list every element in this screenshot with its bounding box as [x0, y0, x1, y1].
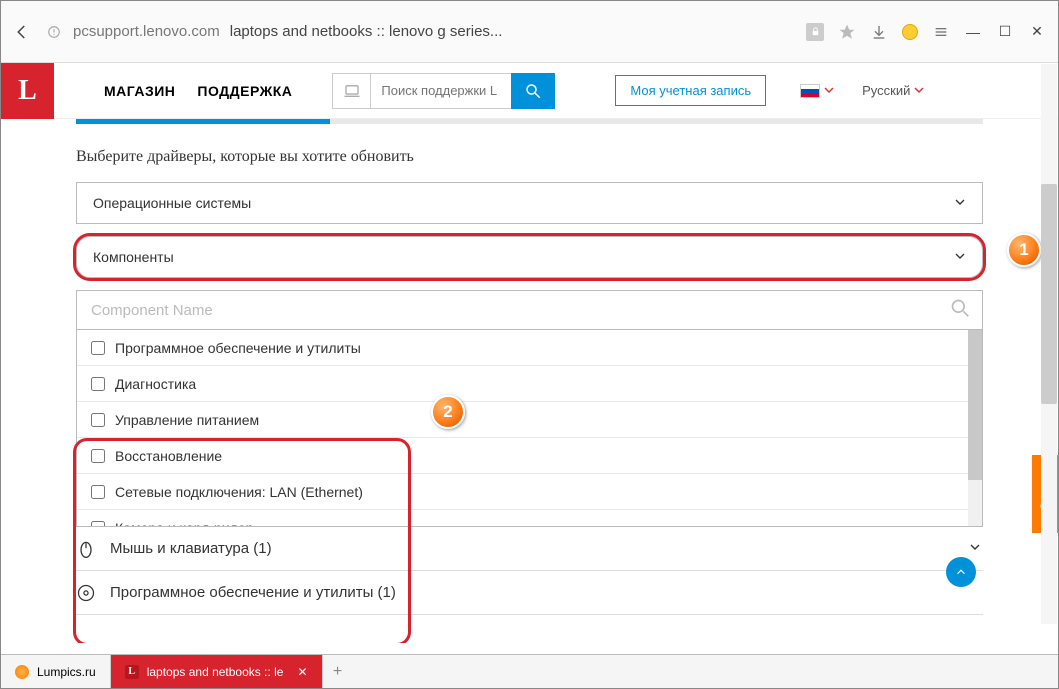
- list-item-label: Управление питанием: [115, 412, 259, 428]
- window-minimize[interactable]: —: [964, 24, 982, 40]
- chevron-down-icon: [914, 83, 924, 98]
- components-dropdown[interactable]: Компоненты: [76, 236, 983, 278]
- menu-icon[interactable]: [932, 23, 950, 41]
- disc-icon: [76, 583, 96, 603]
- secure-icon: [45, 23, 63, 41]
- chevron-down-icon: [967, 539, 983, 559]
- chevron-down-icon: [824, 82, 834, 100]
- list-scrollbar[interactable]: [968, 330, 982, 526]
- list-item[interactable]: Сетевые подключения: LAN (Ethernet): [77, 474, 982, 510]
- browser-titlebar: pcsupport.lenovo.com laptops and netbook…: [1, 1, 1058, 63]
- list-item[interactable]: Восстановление: [77, 438, 982, 474]
- nav-shop[interactable]: МАГАЗИН: [104, 83, 175, 99]
- checkbox[interactable]: [91, 341, 105, 355]
- tab-lumpics[interactable]: Lumpics.ru: [1, 655, 111, 688]
- checkbox[interactable]: [91, 377, 105, 391]
- list-item[interactable]: Программное обеспечение и утилиты: [77, 330, 982, 366]
- os-dropdown-label: Операционные системы: [93, 195, 251, 211]
- list-item-label: Диагностика: [115, 376, 196, 392]
- components-dropdown-label: Компоненты: [93, 249, 174, 265]
- window-close[interactable]: ✕: [1028, 23, 1046, 40]
- bookmark-star-icon[interactable]: [838, 23, 856, 41]
- window-maximize[interactable]: ☐: [996, 23, 1014, 40]
- list-item-label: Восстановление: [115, 448, 222, 464]
- url-domain[interactable]: pcsupport.lenovo.com: [73, 23, 220, 40]
- device-icon[interactable]: [333, 74, 371, 108]
- chevron-down-icon: [952, 248, 968, 267]
- list-item-label: Сетевые подключения: LAN (Ethernet): [115, 484, 363, 500]
- category-label: Программное обеспечение и утилиты (1): [110, 584, 396, 601]
- search-button[interactable]: [511, 73, 555, 109]
- category-mouse-keyboard[interactable]: Мышь и клавиатура (1): [76, 527, 983, 571]
- mouse-icon: [76, 539, 96, 559]
- download-icon[interactable]: [870, 23, 888, 41]
- main-content: Выберите драйверы, которые вы хотите обн…: [1, 138, 1058, 643]
- scroll-to-top-button[interactable]: [946, 557, 976, 587]
- back-button[interactable]: [13, 23, 31, 41]
- page-heading: Выберите драйверы, которые вы хотите обн…: [76, 148, 983, 166]
- country-selector[interactable]: [800, 82, 834, 100]
- component-search-placeholder: Component Name: [91, 302, 213, 319]
- list-item-label: Камера и кард-ридер: [115, 520, 253, 528]
- checkbox[interactable]: [91, 449, 105, 463]
- list-item-label: Программное обеспечение и утилиты: [115, 340, 361, 356]
- tab-label: Lumpics.ru: [37, 665, 96, 679]
- annotation-marker-1: 1: [1007, 233, 1041, 267]
- account-button[interactable]: Моя учетная запись: [615, 75, 766, 106]
- checkbox[interactable]: [91, 485, 105, 499]
- favicon-icon: L: [125, 665, 139, 679]
- favicon-icon: [15, 665, 29, 679]
- flag-ru-icon: [800, 84, 820, 98]
- lenovo-logo[interactable]: L: [1, 63, 54, 119]
- category-label: Мышь и клавиатура (1): [110, 540, 272, 557]
- language-selector[interactable]: Русский: [862, 83, 924, 98]
- nav-support[interactable]: ПОДДЕРЖКА: [197, 83, 292, 99]
- lock-icon[interactable]: [806, 23, 824, 41]
- components-list: Программное обеспечение и утилиты Диагно…: [76, 330, 983, 527]
- page-scrollbar[interactable]: [1041, 64, 1057, 624]
- search-icon: [950, 298, 970, 322]
- tab-label: laptops and netbooks :: le: [147, 665, 284, 679]
- chevron-down-icon: [952, 194, 968, 213]
- search-input[interactable]: [371, 74, 511, 108]
- os-dropdown[interactable]: Операционные системы: [76, 182, 983, 224]
- progress-bar: [76, 119, 983, 124]
- checkbox[interactable]: [91, 413, 105, 427]
- language-label: Русский: [862, 83, 910, 98]
- tab-lenovo[interactable]: L laptops and netbooks :: le ✕: [111, 655, 323, 688]
- url-title[interactable]: laptops and netbooks :: lenovo g series.…: [230, 23, 503, 40]
- list-item[interactable]: Управление питанием: [77, 402, 982, 438]
- list-item[interactable]: Камера и кард-ридер: [77, 510, 982, 527]
- support-search: [332, 73, 555, 109]
- checkbox[interactable]: [91, 521, 105, 528]
- category-software[interactable]: Программное обеспечение и утилиты (1): [76, 571, 983, 615]
- component-search[interactable]: Component Name: [76, 290, 983, 330]
- new-tab-button[interactable]: +: [323, 655, 353, 688]
- annotation-marker-2: 2: [431, 395, 465, 429]
- site-header: L МАГАЗИН ПОДДЕРЖКА Моя учетная запись Р…: [1, 63, 1058, 119]
- list-item[interactable]: Диагностика: [77, 366, 982, 402]
- tab-close-icon[interactable]: ✕: [297, 665, 307, 679]
- browser-tabbar: Lumpics.ru L laptops and netbooks :: le …: [1, 654, 1058, 688]
- extension-icon[interactable]: [902, 24, 918, 40]
